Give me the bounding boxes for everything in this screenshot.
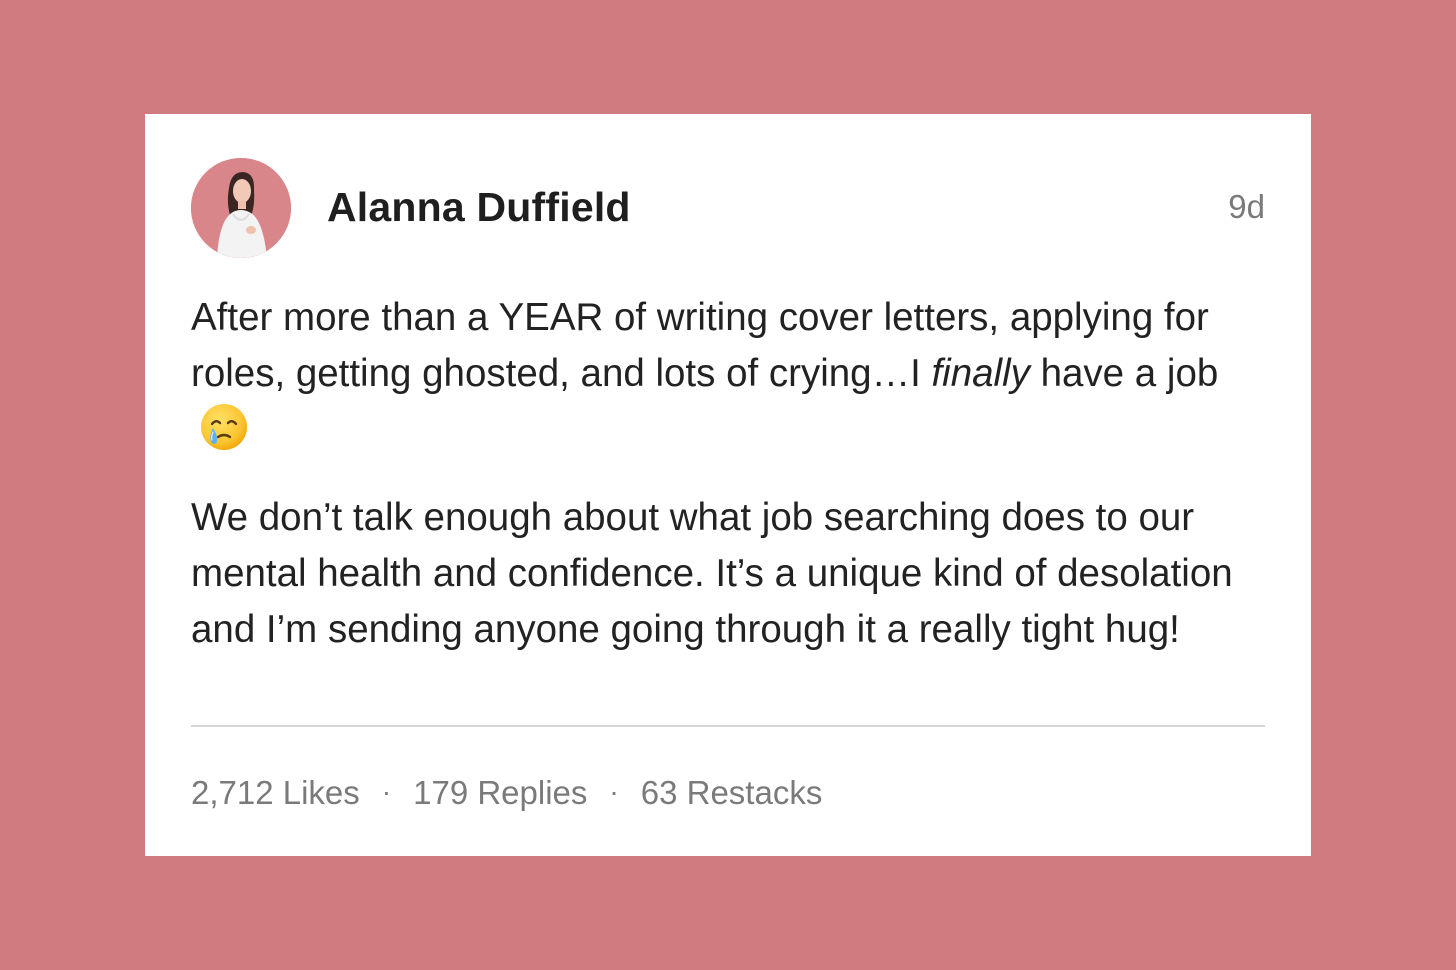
face-holding-back-tears-icon (199, 402, 249, 468)
author-avatar[interactable] (191, 158, 291, 258)
post-age[interactable]: 9d (1228, 188, 1265, 226)
divider (191, 725, 1265, 727)
post-paragraph-2: We don’t talk enough about what job sear… (191, 496, 1233, 651)
stats-separator: · (381, 776, 392, 807)
post-paragraph-1: After more than a YEAR of writing cover … (191, 290, 1271, 468)
author-name[interactable]: Alanna Duffield (327, 184, 631, 231)
post-body: After more than a YEAR of writing cover … (191, 290, 1271, 680)
replies-count[interactable]: 179 Replies (413, 774, 587, 811)
paragraph-1-emphasis: finally (931, 352, 1030, 395)
paragraph-1-text-after: have a job (1029, 352, 1219, 395)
restacks-count[interactable]: 63 Restacks (641, 774, 823, 811)
likes-count[interactable]: 2,712 Likes (191, 774, 360, 811)
stats-separator: · (609, 776, 619, 807)
post-stats: 2,712 Likes · 179 Replies · 63 Restacks (191, 774, 822, 812)
avatar-image (191, 158, 291, 258)
post-card: Alanna Duffield 9d After more than a YEA… (145, 114, 1311, 856)
